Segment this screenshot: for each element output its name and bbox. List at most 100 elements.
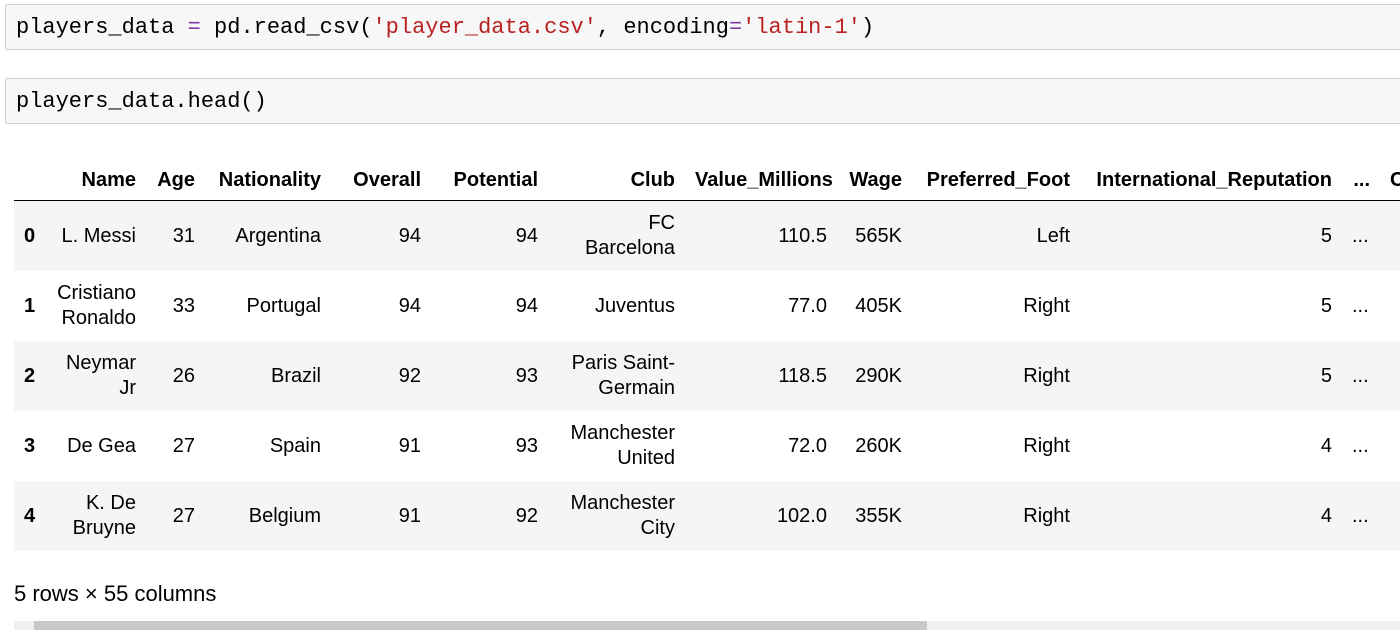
row-index: 4 [24, 504, 36, 527]
table-cell [1380, 341, 1400, 411]
column-header: Nationality [205, 160, 331, 201]
table-cell: 91 [398, 504, 421, 527]
table-cell: FC Barcelona [584, 212, 675, 259]
table-cell: Right [1023, 364, 1070, 387]
code-token-variable: players_data [16, 14, 175, 40]
column-header: ... [1342, 160, 1380, 201]
table-cell: ... [1352, 294, 1369, 317]
table-cell: 5 [1320, 224, 1332, 247]
table-cell: Right [1023, 294, 1070, 317]
table-cell: Right [1023, 504, 1070, 527]
table-cell: Cristiano Ronaldo [57, 282, 136, 329]
column-header: Overall [331, 160, 431, 201]
column-header: Age [146, 160, 205, 201]
table-cell: 92 [398, 364, 421, 387]
table-cell: 5 [1320, 294, 1332, 317]
column-header: Preferred_Foot [912, 160, 1080, 201]
table-cell: 405K [855, 294, 902, 317]
table-row: 1 Cristiano Ronaldo 33 Portugal 94 94 Juventus… [14, 271, 1400, 341]
column-header: Name [47, 160, 146, 201]
table-cell: 27 [172, 434, 195, 457]
table-cell: ... [1352, 504, 1369, 527]
table-cell: ... [1352, 434, 1369, 457]
table-cell: 565K [855, 224, 902, 247]
horizontal-scrollbar[interactable] [14, 621, 1400, 630]
table-cell: 26 [172, 364, 195, 387]
code-cell-read-csv[interactable]: players_data = pd.read_csv('player_data.… [5, 4, 1400, 50]
table-cell: 93 [515, 434, 538, 457]
table-cell: De Gea [67, 434, 136, 457]
column-header: Club [548, 160, 685, 201]
table-cell: 72.0 [788, 434, 827, 457]
table-cell: 33 [172, 294, 195, 317]
row-index: 1 [24, 294, 36, 317]
header-row: Name Age Nationality Overall Potential C… [14, 160, 1400, 201]
table-cell: Right [1023, 434, 1070, 457]
row-index: 2 [24, 364, 36, 387]
table-cell: Manchester City [570, 492, 676, 539]
table-cell: 91 [398, 434, 421, 457]
table-cell: 118.5 [778, 364, 827, 387]
table-cell: 94 [398, 294, 421, 317]
table-cell: Manchester United [570, 422, 676, 469]
table-cell [1380, 481, 1400, 551]
column-header: Co [1380, 160, 1400, 201]
table-cell: Spain [269, 434, 321, 457]
code-text: players_data = pd.read_csv('player_data.… [16, 5, 874, 49]
code-token-function: pd.read_csv( [214, 14, 373, 40]
table-cell: L. Messi [61, 224, 136, 247]
table-row: 2 Neymar Jr 26 Brazil 92 93 Paris Saint-Germai… [14, 341, 1400, 411]
table-cell: 93 [515, 364, 538, 387]
code-cell-head[interactable]: players_data.head() [5, 78, 1400, 124]
table-cell: 27 [172, 504, 195, 527]
table-cell: Neymar Jr [65, 352, 136, 399]
column-header: International_Reputation [1080, 160, 1342, 201]
code-token-operator: = [174, 14, 215, 40]
table-cell: 94 [515, 224, 538, 247]
index-header [14, 160, 47, 201]
table-cell: Juventus [594, 294, 675, 317]
table-cell: 260K [855, 434, 902, 457]
scrollbar-thumb[interactable] [34, 621, 927, 630]
table-cell: Portugal [246, 294, 322, 317]
table-cell [1380, 201, 1400, 272]
table-cell: 355K [855, 504, 902, 527]
table-cell: 31 [172, 224, 195, 247]
table-cell: 102.0 [776, 504, 827, 527]
table-cell: 4 [1320, 504, 1332, 527]
row-index: 3 [24, 434, 36, 457]
code-token-keyword-arg: , encoding [596, 14, 729, 40]
dataframe-table: Name Age Nationality Overall Potential C… [14, 160, 1400, 551]
table-cell: K. De Bruyne [72, 492, 136, 539]
table-cell: 94 [515, 294, 538, 317]
column-header: Value_Millions [685, 160, 837, 201]
column-header: Wage [837, 160, 912, 201]
table-cell: Paris Saint-Germain [571, 352, 675, 399]
table-cell: 4 [1320, 434, 1332, 457]
table-row: 4 K. De Bruyne 27 Belgium 91 92 Manchester Cit… [14, 481, 1400, 551]
code-token-paren: ) [860, 14, 875, 40]
table-cell: Brazil [270, 364, 321, 387]
dataframe-summary: 5 rows × 55 columns [14, 581, 217, 606]
code-token-operator: = [728, 14, 743, 40]
table-cell: 290K [855, 364, 902, 387]
table-cell: 5 [1320, 364, 1332, 387]
table-cell: 110.5 [778, 224, 827, 247]
dataframe-output: Name Age Nationality Overall Potential C… [14, 160, 1400, 560]
column-header: Potential [431, 160, 548, 201]
table-cell: ... [1352, 224, 1369, 247]
row-index: 0 [24, 224, 36, 247]
code-token-string: 'latin-1' [742, 14, 861, 40]
table-cell: Argentina [235, 224, 321, 247]
table-row: 0 L. Messi 31 Argentina 94 94 FC Barcelona 110.… [14, 200, 1400, 272]
table-cell [1380, 411, 1400, 481]
table-cell: Belgium [248, 504, 321, 527]
table-row: 3 De Gea 27 Spain 91 93 Manchester United 72.0 2… [14, 411, 1400, 481]
table-cell: ... [1352, 364, 1369, 387]
code-text: players_data.head() [16, 88, 267, 114]
table-cell: 92 [515, 504, 538, 527]
table-cell [1380, 271, 1400, 341]
table-cell: Left [1036, 224, 1070, 247]
table-cell: 77.0 [788, 294, 827, 317]
table-cell: 94 [398, 224, 421, 247]
